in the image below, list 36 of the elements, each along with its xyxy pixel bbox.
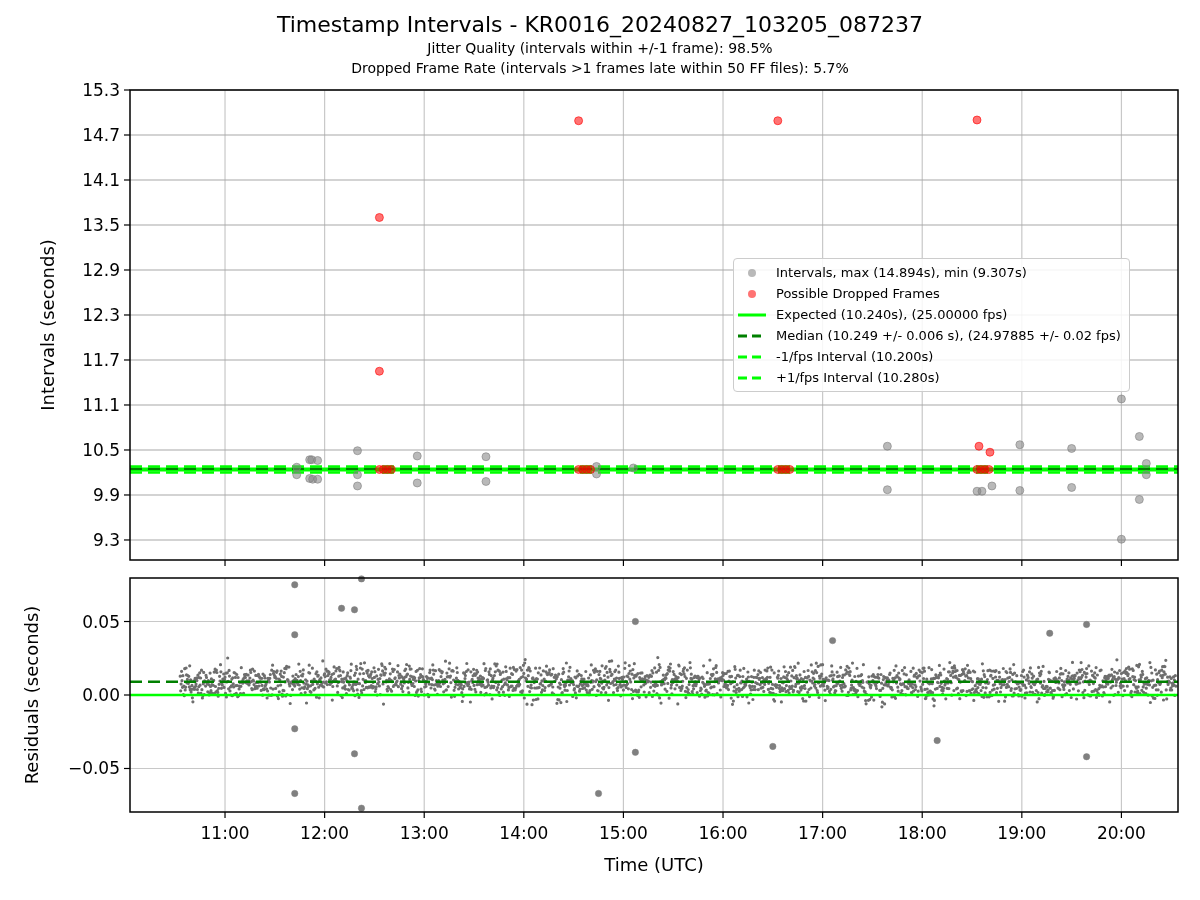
tick-label: 11.7 bbox=[82, 350, 120, 370]
tick-label: 20:00 bbox=[1096, 823, 1146, 843]
legend-label: Intervals, max (14.894s), min (9.307s) bbox=[776, 265, 1027, 280]
chart-subtitle: Dropped Frame Rate (intervals >1 frames late within 50 FF files): 5.7% bbox=[350, 59, 850, 78]
tick-label: 14.7 bbox=[82, 125, 120, 145]
legend-label: Possible Dropped Frames bbox=[776, 286, 940, 301]
tick-label: 0.00 bbox=[82, 685, 120, 705]
chart-title: Timestamp Intervals - KR0016_20240827_103205_087237 bbox=[275, 11, 925, 38]
legend-label: Median (10.249 +/- 0.006 s), (24.97885 +/- 0.02 fps) bbox=[776, 328, 1121, 343]
tick-label: 12.9 bbox=[82, 260, 120, 280]
tick-label: 13:00 bbox=[399, 823, 449, 843]
legend-label: +1/fps Interval (10.280s) bbox=[776, 370, 940, 385]
legend-label: -1/fps Interval (10.200s) bbox=[776, 349, 934, 364]
axis-label: Residuals (seconds) bbox=[21, 605, 42, 785]
tick-label: 16:00 bbox=[698, 823, 748, 843]
tick-label: 15:00 bbox=[598, 823, 648, 843]
tick-label: 15.3 bbox=[82, 80, 120, 100]
tick-label: −0.05 bbox=[67, 758, 120, 779]
axis-label: Intervals (seconds) bbox=[37, 239, 58, 411]
tick-label: 12.3 bbox=[82, 305, 120, 325]
legend-label: Expected (10.240s), (25.00000 fps) bbox=[776, 307, 1008, 322]
tick-label: 11.1 bbox=[82, 395, 120, 415]
tick-label: 10.5 bbox=[82, 440, 120, 460]
axis-label: Time (UTC) bbox=[604, 854, 704, 875]
tick-label: 0.05 bbox=[82, 611, 120, 632]
tick-label: 11:00 bbox=[200, 823, 250, 843]
tick-label: 17:00 bbox=[798, 823, 848, 843]
tick-label: 18:00 bbox=[897, 823, 947, 843]
tick-label: 9.3 bbox=[92, 530, 120, 550]
tick-label: 14.1 bbox=[82, 170, 120, 190]
tick-label: 13.5 bbox=[82, 215, 120, 235]
tick-label: 12:00 bbox=[300, 823, 350, 843]
tick-label: 19:00 bbox=[997, 823, 1047, 843]
tick-label: 14:00 bbox=[499, 823, 549, 843]
chart-subtitle: Jitter Quality (intervals within +/-1 frame): 98.5% bbox=[425, 39, 774, 58]
tick-label: 9.9 bbox=[92, 485, 120, 505]
